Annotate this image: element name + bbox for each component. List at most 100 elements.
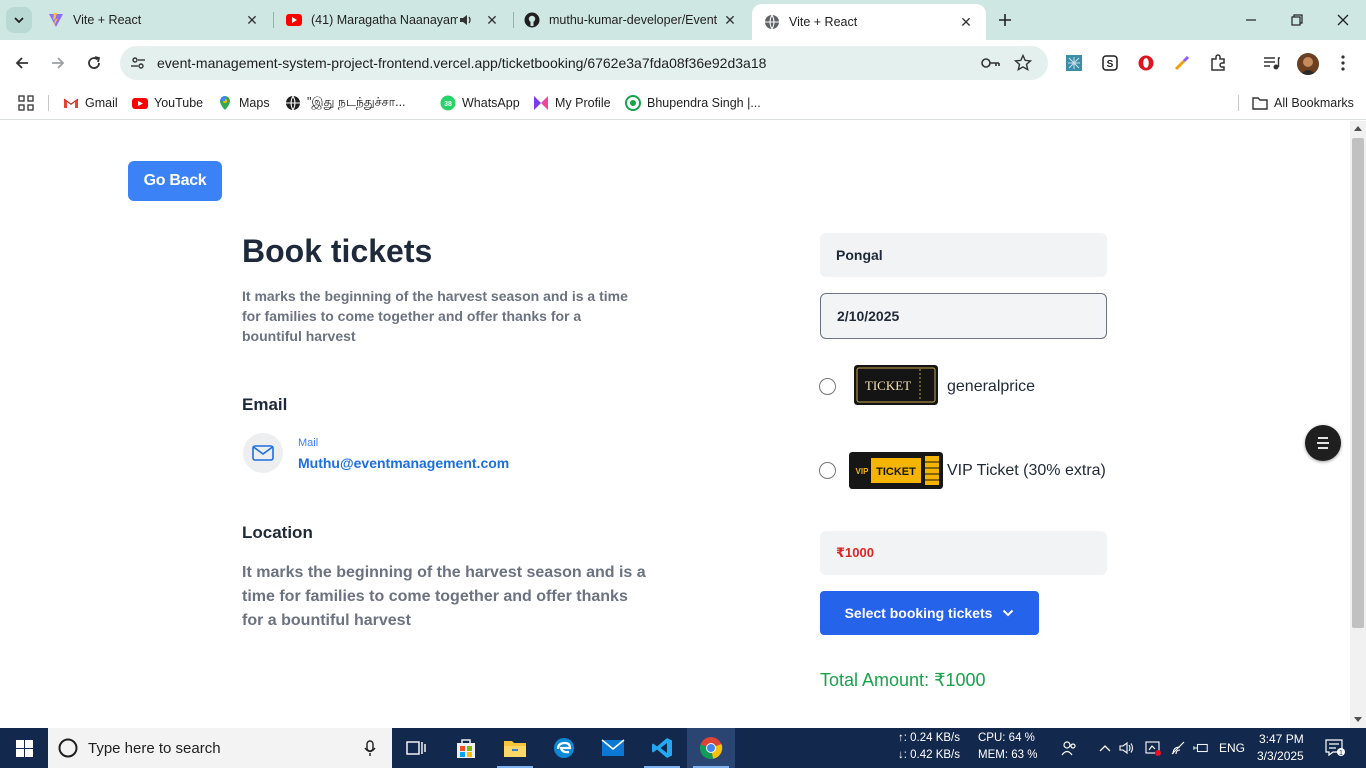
taskbar-search-box[interactable]: Type here to search xyxy=(48,728,392,768)
tab-title: muthu-kumar-developer/Event xyxy=(549,13,718,27)
chrome-app[interactable] xyxy=(687,728,735,768)
bookmark-whatsapp[interactable]: 38 WhatsApp xyxy=(440,94,520,112)
url-text: event-management-system-project-frontend… xyxy=(157,55,767,71)
opera-extension-icon[interactable] xyxy=(1136,53,1156,73)
minimize-button[interactable] xyxy=(1228,0,1274,40)
task-view-icon xyxy=(406,741,426,755)
bookmark-my-profile[interactable]: My Profile xyxy=(533,94,611,112)
extension-grid-icon[interactable] xyxy=(1064,53,1084,73)
event-name-field: Pongal xyxy=(820,233,1107,277)
bookmark-gmail[interactable]: Gmail xyxy=(63,94,118,112)
input-language[interactable]: ENG xyxy=(1219,741,1245,755)
task-view-button[interactable] xyxy=(392,728,440,768)
profile-avatar[interactable] xyxy=(1297,53,1319,75)
vscode-app[interactable] xyxy=(638,728,686,768)
bookmarks-bar: Gmail YouTube Maps "இது நடந்துச்சா... 38… xyxy=(0,86,1366,120)
reload-button[interactable] xyxy=(82,51,106,75)
close-icon[interactable]: ✕ xyxy=(722,12,738,28)
close-icon[interactable]: ✕ xyxy=(244,12,260,28)
close-icon[interactable]: ✕ xyxy=(958,14,974,30)
arrow-left-icon xyxy=(15,57,28,69)
select-button-label: Select booking tickets xyxy=(844,605,993,621)
minimize-icon xyxy=(1246,19,1256,21)
location-heading: Location xyxy=(242,523,313,542)
security-alert-icon[interactable] xyxy=(1145,740,1161,756)
start-button[interactable] xyxy=(0,728,48,768)
memory-usage: MEM: 63 % xyxy=(978,749,1038,761)
forward-button[interactable] xyxy=(46,51,70,75)
bookmark-tamil-news[interactable]: "இது நடந்துச்சா... xyxy=(285,94,406,112)
restore-button[interactable] xyxy=(1274,0,1320,40)
volume-icon[interactable] xyxy=(1119,740,1135,756)
tab-title: Vite + React xyxy=(73,13,142,27)
windows-taskbar: Type here to search ↑: 0.24 KB/s ↓: 0.42… xyxy=(0,728,1366,768)
location-description: It marks the beginning of the harvest se… xyxy=(242,564,646,629)
page-content: Go Back Book tickets It marks the beginn… xyxy=(0,121,1350,728)
restore-icon xyxy=(1291,14,1303,26)
media-controls-icon[interactable] xyxy=(1262,53,1282,73)
folder-icon xyxy=(504,741,526,757)
mail-app[interactable] xyxy=(589,728,637,768)
svg-text:S: S xyxy=(1107,59,1114,70)
password-key-icon[interactable] xyxy=(981,53,1001,73)
extension-s-icon[interactable]: S xyxy=(1100,53,1120,73)
divider xyxy=(1238,95,1239,111)
general-ticket-radio[interactable] xyxy=(819,378,836,395)
extensions-puzzle-icon[interactable] xyxy=(1208,53,1228,73)
event-date-field[interactable]: 2/10/2025 xyxy=(820,293,1107,339)
mail-label: Mail xyxy=(298,437,319,449)
scrollbar-thumb[interactable] xyxy=(1352,138,1364,628)
tab-github[interactable]: muthu-kumar-developer/Event ✕ xyxy=(512,0,750,40)
page-title: Book tickets xyxy=(242,233,433,269)
svg-text:TICKET: TICKET xyxy=(865,378,911,393)
bookmark-maps[interactable]: Maps xyxy=(217,94,270,112)
page-scrollbar[interactable] xyxy=(1350,121,1366,728)
vip-ticket-radio[interactable] xyxy=(819,462,836,479)
address-bar[interactable]: event-management-system-project-frontend… xyxy=(120,46,1048,80)
svg-text:1: 1 xyxy=(1339,750,1343,757)
scroll-down-arrow[interactable] xyxy=(1354,717,1362,722)
tab-vite-react-1[interactable]: Vite + React ✕ xyxy=(36,0,272,40)
site-info-icon[interactable] xyxy=(128,53,148,73)
new-tab-button[interactable] xyxy=(994,9,1016,31)
file-explorer-app[interactable] xyxy=(491,728,539,768)
color-picker-icon[interactable] xyxy=(1172,53,1192,73)
bookmark-star-icon[interactable] xyxy=(1013,53,1033,73)
search-icon xyxy=(58,738,78,758)
back-button[interactable] xyxy=(10,51,34,75)
bookmark-youtube[interactable]: YouTube xyxy=(132,94,203,112)
close-icon[interactable]: ✕ xyxy=(484,12,500,28)
wifi-icon[interactable] xyxy=(1170,740,1186,756)
net-download-speed: ↓: 0.42 KB/s xyxy=(898,749,961,761)
all-bookmarks[interactable]: All Bookmarks xyxy=(1252,94,1354,112)
more-menu-icon[interactable] xyxy=(1333,53,1353,73)
speaker-icon[interactable] xyxy=(458,12,474,28)
scroll-up-arrow[interactable] xyxy=(1354,126,1362,131)
people-icon[interactable] xyxy=(1061,740,1077,756)
close-window-button[interactable] xyxy=(1320,0,1366,40)
youtube-icon xyxy=(286,14,302,26)
github-icon xyxy=(524,12,540,28)
bookmark-bhupendra[interactable]: Bhupendra Singh |... xyxy=(625,94,761,112)
clock-time[interactable]: 3:47 PM xyxy=(1259,732,1304,746)
folder-icon xyxy=(1252,97,1268,110)
notification-center-icon[interactable]: 1 xyxy=(1325,739,1345,757)
edge-app[interactable] xyxy=(540,728,588,768)
general-ticket-label: generalprice xyxy=(947,378,1036,395)
email-link[interactable]: Muthu@eventmanagement.com xyxy=(298,455,509,471)
go-back-button[interactable]: Go Back xyxy=(128,161,222,201)
store-app[interactable] xyxy=(442,728,490,768)
apps-grid-icon[interactable] xyxy=(18,94,34,112)
floating-menu-button[interactable] xyxy=(1305,425,1341,461)
microphone-icon[interactable] xyxy=(364,740,376,757)
clock-date[interactable]: 3/3/2025 xyxy=(1257,749,1304,763)
divider xyxy=(48,95,49,111)
chevron-up-icon[interactable] xyxy=(1097,740,1113,756)
battery-plug-icon[interactable] xyxy=(1193,740,1209,756)
tab-youtube[interactable]: (41) Maragatha Naanayam | ✕ xyxy=(274,0,512,40)
tab-search-button[interactable] xyxy=(6,7,32,33)
cpu-usage: CPU: 64 % xyxy=(978,732,1035,744)
tab-vite-react-active[interactable]: Vite + React ✕ xyxy=(752,4,986,40)
select-booking-tickets-button[interactable]: Select booking tickets xyxy=(820,591,1039,635)
tab-title: (41) Maragatha Naanayam | xyxy=(311,13,458,27)
